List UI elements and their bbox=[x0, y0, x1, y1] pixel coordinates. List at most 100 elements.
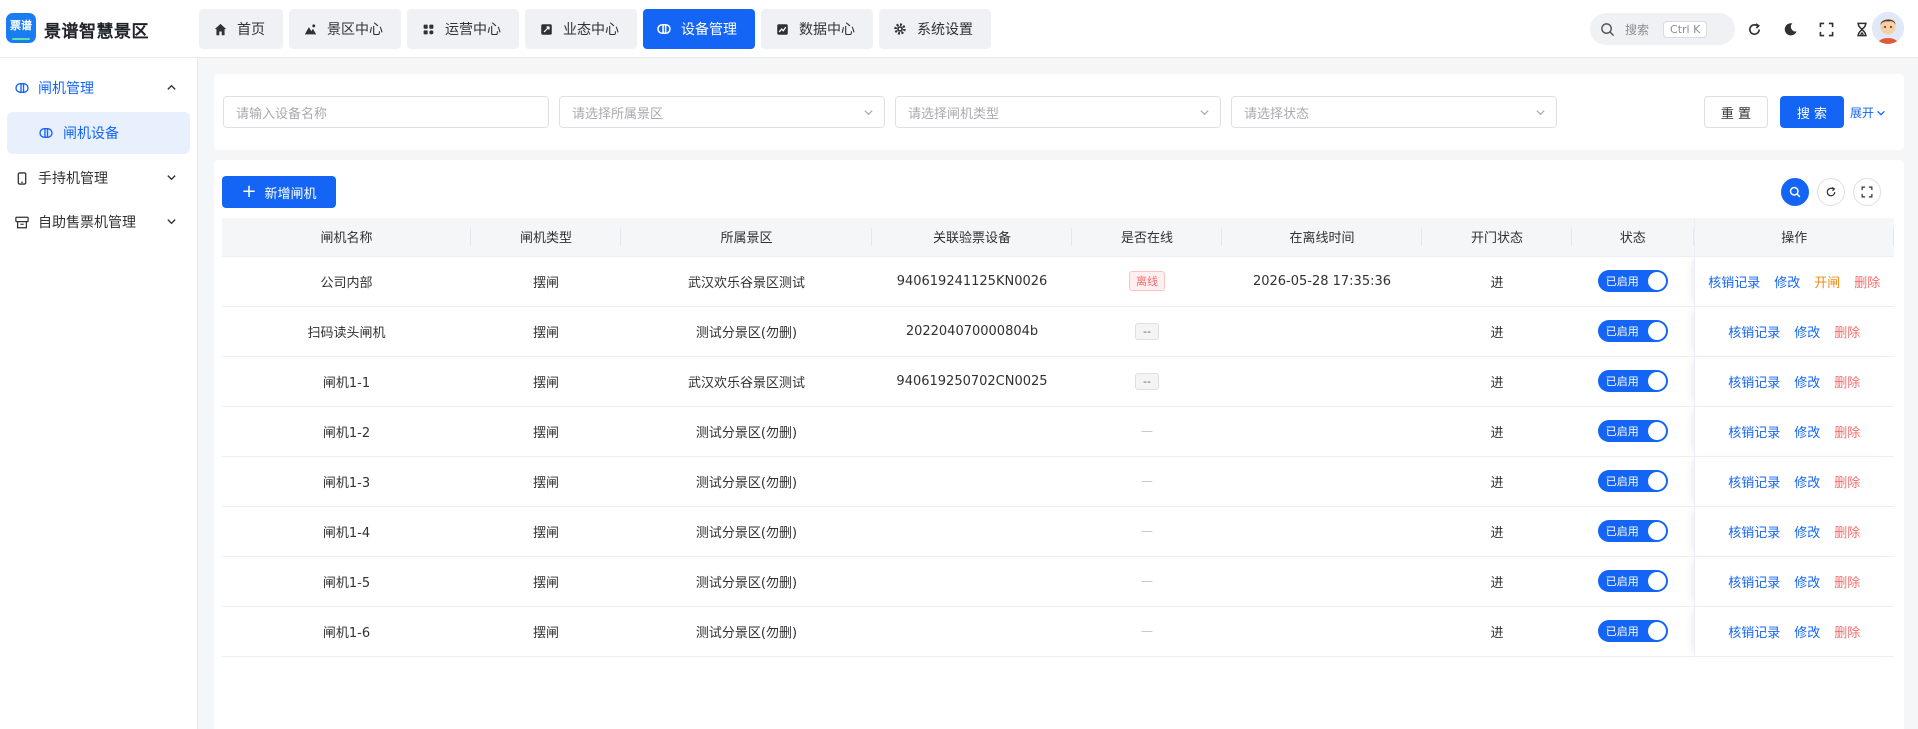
table-row: 闸机1-5 摆闸 测试分景区(勿删) — 进 已启用 核销记录 修改 删除 bbox=[222, 556, 1894, 607]
delete-link[interactable]: 删除 bbox=[1834, 576, 1860, 591]
hourglass-icon[interactable] bbox=[1850, 17, 1874, 41]
delete-link[interactable]: 删除 bbox=[1834, 376, 1860, 391]
gate-icon bbox=[14, 82, 30, 94]
table-fullscreen-button[interactable] bbox=[1853, 178, 1881, 206]
operation-icon bbox=[421, 22, 435, 36]
delete-link[interactable]: 删除 bbox=[1834, 526, 1860, 541]
add-gate-button[interactable]: + 新增闸机 bbox=[222, 176, 336, 208]
sidebar-item-self-service[interactable]: 自助售票机管理 bbox=[0, 200, 197, 244]
status-toggle[interactable]: 已启用 bbox=[1597, 620, 1668, 642]
status-toggle[interactable]: 已启用 bbox=[1597, 420, 1668, 442]
table-row: 闸机1-4 摆闸 测试分景区(勿删) — 进 已启用 核销记录 修改 删除 bbox=[222, 506, 1894, 557]
nav-tab-operation[interactable]: 运营中心 bbox=[407, 9, 519, 49]
status-toggle[interactable]: 已启用 bbox=[1597, 520, 1668, 542]
dark-mode-icon[interactable] bbox=[1778, 17, 1802, 41]
column-header[interactable]: 操作 bbox=[1693, 218, 1895, 257]
delete-link[interactable]: 删除 bbox=[1834, 426, 1860, 441]
edit-link[interactable]: 修改 bbox=[1794, 576, 1820, 591]
cell-type: 摆闸 bbox=[471, 506, 621, 557]
search-button[interactable]: 搜 索 bbox=[1780, 96, 1844, 128]
column-header[interactable]: 是否在线 bbox=[1072, 218, 1222, 257]
table-row: 扫码读头闸机 摆闸 测试分景区(勿删) 202204070000804b -- 进 已启用 核… bbox=[222, 306, 1894, 357]
column-header[interactable]: 所属景区 bbox=[621, 218, 872, 257]
scenic-select[interactable]: 请选择所属景区 bbox=[559, 96, 885, 128]
delete-link[interactable]: 删除 bbox=[1834, 326, 1860, 341]
records-link[interactable]: 核销记录 bbox=[1728, 526, 1780, 541]
status-toggle[interactable]: 已启用 bbox=[1597, 270, 1668, 292]
records-link[interactable]: 核销记录 bbox=[1728, 376, 1780, 391]
sidebar-item-handheld[interactable]: 手持机管理 bbox=[0, 156, 197, 200]
online-empty: — bbox=[1141, 423, 1153, 438]
table-search-button[interactable] bbox=[1781, 178, 1809, 206]
nav-tab-data[interactable]: 数据中心 bbox=[761, 9, 873, 49]
nav-tab-home[interactable]: 首页 bbox=[199, 9, 283, 49]
records-link[interactable]: 核销记录 bbox=[1728, 426, 1780, 441]
table-panel: + 新增闸机 闸机名称 闸机类型 所属景区 关联验票设备 是否在线 在离线时间 … bbox=[214, 160, 1904, 729]
records-link[interactable]: 核销记录 bbox=[1728, 626, 1780, 641]
nav-tab-business[interactable]: 业态中心 bbox=[525, 9, 637, 49]
edit-link[interactable]: 修改 bbox=[1794, 326, 1820, 341]
edit-link[interactable]: 修改 bbox=[1794, 526, 1820, 541]
cell-online: — bbox=[1072, 456, 1222, 507]
cell-status: 已启用 bbox=[1572, 306, 1694, 357]
online-empty: — bbox=[1141, 523, 1153, 538]
reset-button[interactable]: 重 置 bbox=[1704, 96, 1768, 128]
table-refresh-button[interactable] bbox=[1817, 178, 1845, 206]
chevron-down-icon bbox=[166, 171, 177, 187]
gate-table: 闸机名称 闸机类型 所属景区 关联验票设备 是否在线 在离线时间 开门状态 状态… bbox=[222, 218, 1895, 657]
records-link[interactable]: 核销记录 bbox=[1728, 576, 1780, 591]
records-link[interactable]: 核销记录 bbox=[1728, 476, 1780, 491]
expand-button[interactable]: 展开 bbox=[1850, 104, 1886, 121]
delete-link[interactable]: 删除 bbox=[1834, 626, 1860, 641]
cell-actions: 核销记录 修改 删除 bbox=[1693, 506, 1894, 557]
refresh-icon[interactable] bbox=[1742, 17, 1766, 41]
edit-link[interactable]: 修改 bbox=[1794, 426, 1820, 441]
edit-link[interactable]: 修改 bbox=[1794, 476, 1820, 491]
column-header[interactable]: 关联验票设备 bbox=[872, 218, 1072, 257]
sidebar-item-label: 闸机设备 bbox=[63, 126, 119, 142]
edit-link[interactable]: 修改 bbox=[1794, 376, 1820, 391]
edit-link[interactable]: 修改 bbox=[1794, 626, 1820, 641]
nav-tab-device[interactable]: 设备管理 bbox=[643, 9, 755, 49]
cell-actions: 核销记录 修改 删除 bbox=[1693, 406, 1894, 457]
nav-tab-settings[interactable]: 系统设置 bbox=[879, 9, 991, 49]
cell-name: 闸机1-4 bbox=[222, 506, 471, 557]
delete-link[interactable]: 删除 bbox=[1834, 476, 1860, 491]
fullscreen-icon[interactable] bbox=[1814, 17, 1838, 41]
cell-device bbox=[872, 456, 1072, 507]
gate-type-select[interactable]: 请选择闸机类型 bbox=[895, 96, 1221, 128]
device-icon bbox=[657, 22, 671, 36]
avatar[interactable] bbox=[1872, 12, 1904, 44]
sidebar-item-gate-device[interactable]: 闸机设备 bbox=[7, 112, 190, 154]
cell-time bbox=[1222, 606, 1422, 657]
cell-actions: 核销记录 修改 删除 bbox=[1693, 456, 1894, 507]
column-header[interactable]: 闸机类型 bbox=[471, 218, 621, 257]
status-select[interactable]: 请选择状态 bbox=[1231, 96, 1557, 128]
column-header[interactable]: 闸机名称 bbox=[222, 218, 471, 257]
nav-tab-scenic[interactable]: 景区中心 bbox=[289, 9, 401, 49]
cell-status: 已启用 bbox=[1572, 556, 1694, 607]
edit-link[interactable]: 修改 bbox=[1774, 276, 1800, 291]
sidebar-item-label: 自助售票机管理 bbox=[38, 215, 136, 231]
delete-link[interactable]: 删除 bbox=[1854, 276, 1880, 291]
column-header[interactable]: 在离线时间 bbox=[1222, 218, 1422, 257]
records-link[interactable]: 核销记录 bbox=[1708, 276, 1760, 291]
column-header[interactable]: 开门状态 bbox=[1422, 218, 1572, 257]
sidebar: 闸机管理 闸机设备 手持机管理 自助售票机管理 bbox=[0, 58, 198, 729]
device-name-input[interactable]: 请输入设备名称 bbox=[223, 96, 549, 128]
app-logo[interactable]: 票谱 bbox=[6, 13, 36, 43]
table-row: 闸机1-3 摆闸 测试分景区(勿删) — 进 已启用 核销记录 修改 删除 bbox=[222, 456, 1894, 507]
status-toggle[interactable]: 已启用 bbox=[1597, 570, 1668, 592]
status-toggle[interactable]: 已启用 bbox=[1597, 370, 1668, 392]
column-header[interactable]: 状态 bbox=[1572, 218, 1694, 257]
records-link[interactable]: 核销记录 bbox=[1728, 326, 1780, 341]
open-gate-link[interactable]: 开闸 bbox=[1814, 276, 1840, 291]
gate-icon bbox=[39, 127, 53, 139]
sidebar-item-gate-management[interactable]: 闸机管理 bbox=[0, 66, 197, 110]
cell-online: -- bbox=[1072, 356, 1222, 407]
global-search[interactable]: 搜索 Ctrl K bbox=[1590, 13, 1735, 45]
status-toggle[interactable]: 已启用 bbox=[1597, 320, 1668, 342]
status-toggle[interactable]: 已启用 bbox=[1597, 470, 1668, 492]
cell-name: 扫码读头闸机 bbox=[222, 306, 471, 357]
table-body: 公司内部 摆闸 武汉欢乐谷景区测试 940619241125KN0026 离线 2026-… bbox=[222, 256, 1894, 657]
